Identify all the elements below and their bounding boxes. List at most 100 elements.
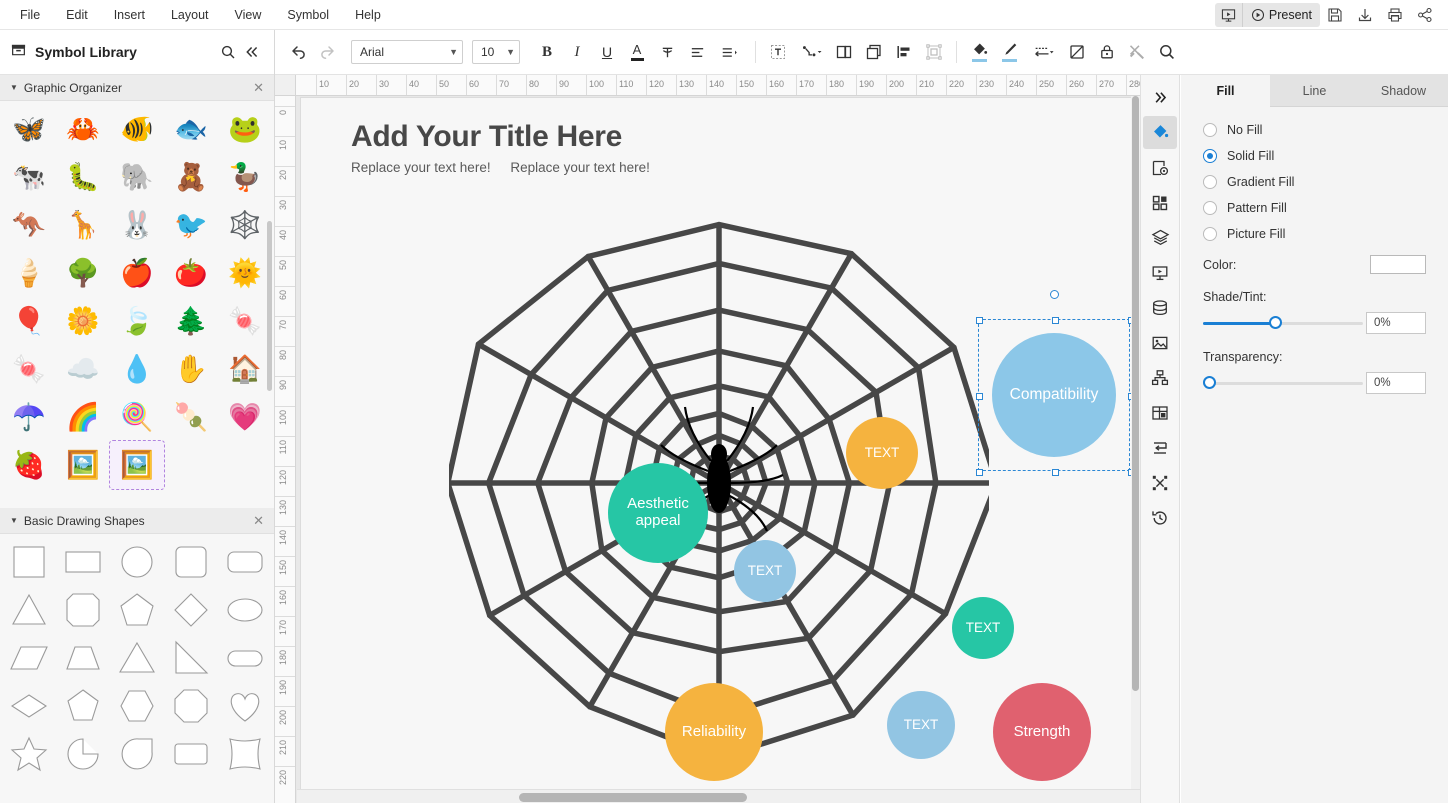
symbol-sun[interactable]: 🌞: [218, 249, 272, 297]
symbol-bird[interactable]: 🐦: [164, 201, 218, 249]
resize-handle-3[interactable]: [975, 392, 983, 400]
shadow-icon[interactable]: [1062, 37, 1092, 67]
menu-item-insert[interactable]: Insert: [104, 3, 155, 27]
canvas-page[interactable]: Add Your Title Here Replace your text he…: [300, 97, 1136, 803]
shape-heart[interactable]: [218, 682, 272, 730]
symbol-crab[interactable]: 🦀: [56, 105, 110, 153]
web-node-5[interactable]: Reliability: [665, 683, 763, 781]
undo-icon[interactable]: [283, 37, 313, 67]
align-objects-icon[interactable]: [889, 37, 919, 67]
save-icon[interactable]: [1320, 3, 1350, 27]
resize-handle-6[interactable]: [1051, 468, 1059, 476]
resize-handle-1[interactable]: [1051, 316, 1059, 324]
panel-header-graphic-organizer[interactable]: ▼ Graphic Organizer ✕: [0, 75, 274, 101]
canvas-vertical-scrollbar[interactable]: [1131, 96, 1140, 803]
shade-tint-value[interactable]: 0%: [1366, 312, 1426, 334]
symbol-fish[interactable]: 🐟: [164, 105, 218, 153]
shade-tint-knob[interactable]: [1268, 316, 1282, 329]
tab-line[interactable]: Line: [1270, 75, 1359, 107]
web-node-2[interactable]: Aesthetic appeal: [608, 463, 708, 563]
shape-curved-square[interactable]: [218, 730, 272, 778]
canvas-horizontal-scrollbar[interactable]: [297, 789, 1140, 803]
align-left-icon[interactable]: [682, 37, 712, 67]
group-icon[interactable]: [829, 37, 859, 67]
symbol-balloon[interactable]: 🎈: [2, 297, 56, 345]
shape-triangle-wide[interactable]: [110, 634, 164, 682]
shape-settings-icon[interactable]: [1143, 151, 1177, 184]
resize-handle-5[interactable]: [975, 468, 983, 476]
transparency-value[interactable]: 0%: [1366, 372, 1426, 394]
menu-item-view[interactable]: View: [225, 3, 272, 27]
flow-icon[interactable]: [1143, 431, 1177, 464]
shape-rounded-square[interactable]: [164, 538, 218, 586]
page-title[interactable]: Add Your Title Here: [351, 120, 622, 154]
present-button[interactable]: Present: [1243, 3, 1320, 27]
fill-option-pattern-fill[interactable]: Pattern Fill: [1203, 201, 1426, 215]
symbol-caterpillar[interactable]: 🐛: [56, 153, 110, 201]
shade-tint-slider[interactable]: [1203, 316, 1363, 330]
symbol-house[interactable]: 🏠: [218, 345, 272, 393]
canvas-area[interactable]: 10 20 30 40 50 60 70 80 90 100 110 120 130 140 150 160 1…: [275, 75, 1140, 803]
radio-picture-fill[interactable]: [1203, 227, 1217, 241]
shape-teardrop[interactable]: [110, 730, 164, 778]
symbol-giraffe[interactable]: 🦒: [56, 201, 110, 249]
font-color-button[interactable]: A: [622, 37, 652, 67]
resize-handle-0[interactable]: [975, 316, 983, 324]
web-node-4[interactable]: TEXT: [952, 597, 1014, 659]
arrange-icon[interactable]: [859, 37, 889, 67]
search-icon[interactable]: [1152, 37, 1182, 67]
line-spacing-icon[interactable]: [712, 37, 748, 67]
symbol-elephant[interactable]: 🐘: [110, 153, 164, 201]
text-effect-button[interactable]: [652, 37, 682, 67]
page-subtitle[interactable]: Replace your text here! Replace your tex…: [351, 160, 666, 175]
canvas-horizontal-scroll-thumb[interactable]: [519, 793, 747, 802]
shape-star[interactable]: [2, 730, 56, 778]
font-size-select[interactable]: 10 ▼: [472, 40, 520, 64]
shape-rhombus[interactable]: [2, 682, 56, 730]
menu-item-edit[interactable]: Edit: [56, 3, 98, 27]
collapse-left-icon[interactable]: [240, 40, 264, 64]
layers-icon[interactable]: [1143, 221, 1177, 254]
italic-button[interactable]: I: [562, 37, 592, 67]
text-box-icon[interactable]: [763, 37, 793, 67]
apps-icon[interactable]: [1143, 186, 1177, 219]
slideshow-icon[interactable]: [1215, 3, 1243, 27]
bold-button[interactable]: B: [532, 37, 562, 67]
connector-icon[interactable]: [793, 37, 829, 67]
transparency-slider[interactable]: [1203, 376, 1363, 390]
symbol-candy[interactable]: 🍬: [218, 297, 272, 345]
fill-option-picture-fill[interactable]: Picture Fill: [1203, 227, 1426, 241]
underline-button[interactable]: U: [592, 37, 622, 67]
symbol-duck[interactable]: 🦆: [218, 153, 272, 201]
symbol-water-drop[interactable]: 💧: [110, 345, 164, 393]
symbol-umbrella[interactable]: ☂️: [2, 393, 56, 441]
symbol-tomato[interactable]: 🍅: [164, 249, 218, 297]
symbol-frog[interactable]: 🐸: [218, 105, 272, 153]
shape-stadium[interactable]: [218, 634, 272, 682]
symbol-cloud[interactable]: ☁️: [56, 345, 110, 393]
symbol-cow[interactable]: 🐄: [2, 153, 56, 201]
shape-right-triangle[interactable]: [164, 634, 218, 682]
symbol-popsicle[interactable]: 🍡: [164, 393, 218, 441]
symbol-flower[interactable]: 🌼: [56, 297, 110, 345]
font-family-select[interactable]: Arial ▼: [351, 40, 463, 64]
lock-icon[interactable]: [1092, 37, 1122, 67]
symbol-tree[interactable]: 🌳: [56, 249, 110, 297]
shape-pie-shape[interactable]: [56, 730, 110, 778]
search-icon[interactable]: [216, 40, 240, 64]
shape-rectangle[interactable]: [56, 538, 110, 586]
org-chart-icon[interactable]: [1143, 361, 1177, 394]
symbol-note-card-purple[interactable]: 🖼️: [109, 440, 165, 490]
symbol-candy-pink[interactable]: 🍬: [2, 345, 56, 393]
symbol-rainbow[interactable]: 🌈: [56, 393, 110, 441]
image-icon[interactable]: [1143, 326, 1177, 359]
shape-octagon[interactable]: [164, 682, 218, 730]
brush-icon[interactable]: [994, 36, 1024, 68]
symbol-heart[interactable]: 💗: [218, 393, 272, 441]
menu-item-symbol[interactable]: Symbol: [277, 3, 339, 27]
symbol-lollipop[interactable]: 🍭: [110, 393, 164, 441]
web-node-1[interactable]: TEXT: [846, 417, 918, 489]
canvas-vertical-scroll-thumb[interactable]: [1132, 96, 1139, 691]
symbol-kangaroo[interactable]: 🦘: [2, 201, 56, 249]
print-icon[interactable]: [1380, 3, 1410, 27]
